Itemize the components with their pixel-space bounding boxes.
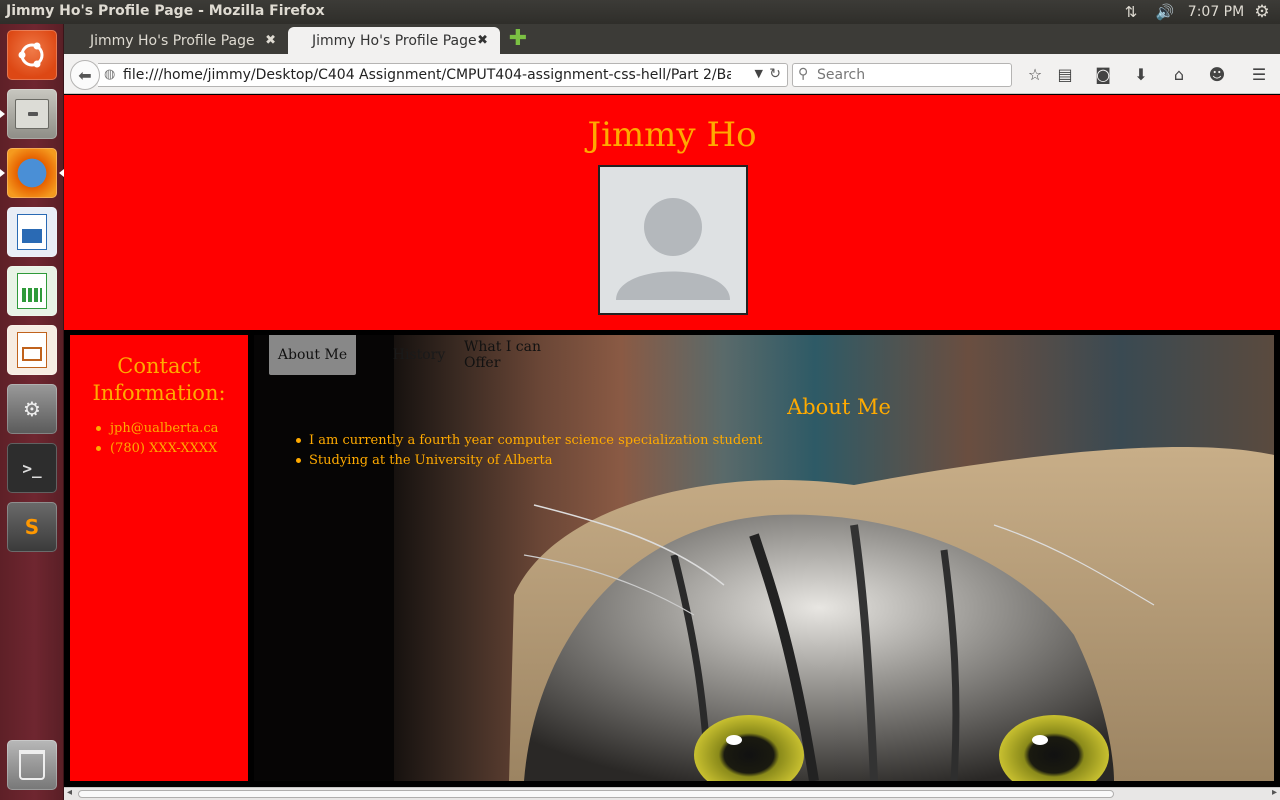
contact-email[interactable]: jph@ualberta.ca xyxy=(96,419,218,439)
search-input[interactable] xyxy=(817,66,1007,84)
window-title: Jimmy Ho's Profile Page - Mozilla Firefo… xyxy=(6,3,325,19)
calc-sheet-icon[interactable] xyxy=(7,266,57,316)
back-arrow-icon: ⬅ xyxy=(78,65,92,85)
running-indicator xyxy=(0,169,5,177)
search-box[interactable]: ⚲ xyxy=(792,63,1012,87)
menu-icon[interactable]: ☰ xyxy=(1247,64,1271,86)
browser-tab-2[interactable]: Jimmy Ho's Profile Page ✖ xyxy=(288,27,500,54)
download-icon[interactable]: ⬇ xyxy=(1129,64,1153,86)
web-page: Jimmy Ho Contact Information: jph@ualber… xyxy=(64,95,1280,787)
url-bar[interactable]: ◍ file:///home/jimmy/Desktop/C404 Assign… xyxy=(98,63,788,87)
profile-name: Jimmy Ho xyxy=(587,115,757,155)
terminal-prompt: >_ xyxy=(22,458,42,478)
scrollbar-thumb[interactable] xyxy=(78,790,1114,798)
impress-slide-icon[interactable] xyxy=(7,325,57,375)
globe-icon: ◍ xyxy=(104,67,116,82)
tab-history[interactable]: History xyxy=(384,335,454,375)
tab-what-i-can-offer[interactable]: What I can Offer xyxy=(464,335,574,375)
trash-can-shape xyxy=(19,750,45,780)
bookmark-star-icon[interactable]: ☆ xyxy=(1023,64,1047,86)
slide-shape xyxy=(17,332,47,368)
ubuntu-logo-shape xyxy=(18,42,44,68)
tab-about-me[interactable]: About Me xyxy=(269,335,356,375)
contact-list: jph@ualberta.ca (780) XXX-XXXX xyxy=(96,419,218,459)
sublime-icon[interactable]: S xyxy=(7,502,57,552)
search-icon: ⚲ xyxy=(798,66,809,82)
home-icon[interactable]: ⌂ xyxy=(1167,64,1191,86)
contact-sidebar: Contact Information: jph@ualberta.ca (78… xyxy=(70,335,248,781)
volume-icon[interactable]: 🔊 xyxy=(1152,2,1178,22)
terminal-icon[interactable]: >_ xyxy=(7,443,57,493)
about-me-list: I am currently a fourth year computer sc… xyxy=(296,431,763,471)
trash-icon[interactable] xyxy=(7,740,57,790)
chat-icon[interactable]: ☻ xyxy=(1205,64,1229,86)
doc-shape xyxy=(17,214,47,250)
top-panel: Jimmy Ho's Profile Page - Mozilla Firefo… xyxy=(0,0,1280,24)
about-item: Studying at the University of Alberta xyxy=(296,451,763,471)
ubuntu-logo-icon[interactable] xyxy=(7,30,57,80)
writer-doc-icon[interactable] xyxy=(7,207,57,257)
close-icon[interactable]: ✖ xyxy=(477,33,488,48)
about-item: I am currently a fourth year computer sc… xyxy=(296,431,763,451)
sublime-glyph: S xyxy=(24,515,40,539)
navigation-toolbar: ◍ file:///home/jimmy/Desktop/C404 Assign… xyxy=(64,54,1280,94)
scroll-right-icon[interactable]: ▸ xyxy=(1272,787,1277,798)
tab-label: Jimmy Ho's Profile Page xyxy=(90,33,255,49)
horizontal-scrollbar[interactable]: ◂ ▸ xyxy=(64,787,1280,800)
url-text[interactable]: file:///home/jimmy/Desktop/C404 Assignme… xyxy=(123,67,731,83)
launcher: ⚙ >_ S xyxy=(0,24,64,800)
file-cabinet-icon[interactable] xyxy=(7,89,57,139)
browser-tab-1[interactable]: Jimmy Ho's Profile Page ✖ xyxy=(66,27,288,54)
contact-heading: Contact Information: xyxy=(92,354,226,405)
running-indicator xyxy=(0,110,5,118)
back-button[interactable]: ⬅ xyxy=(70,60,100,90)
profile-header: Jimmy Ho xyxy=(64,95,1280,330)
avatar xyxy=(598,165,748,315)
chevron-down-icon[interactable]: ▼ xyxy=(755,67,763,80)
clock[interactable]: 7:07 PM xyxy=(1186,2,1246,22)
new-tab-icon[interactable]: ✚ xyxy=(507,28,529,51)
main-content: About Me History What I can Offer About … xyxy=(254,335,1274,781)
firefox-icon[interactable] xyxy=(7,148,57,198)
tab-label: Jimmy Ho's Profile Page xyxy=(312,33,477,49)
network-icon[interactable]: ⇅ xyxy=(1120,2,1142,22)
settings-glyph: ⚙ xyxy=(23,397,41,421)
sheet-shape xyxy=(17,273,47,309)
pocket-icon[interactable]: ◙ xyxy=(1091,64,1115,86)
reading-list-icon[interactable]: ▤ xyxy=(1053,64,1077,86)
avatar-silhouette-icon xyxy=(616,198,730,300)
section-title: About Me xyxy=(787,395,891,419)
system-settings-icon[interactable]: ⚙ xyxy=(1250,2,1274,22)
tab-bar: Jimmy Ho's Profile Page ✖ Jimmy Ho's Pro… xyxy=(64,24,1280,54)
close-icon[interactable]: ✖ xyxy=(265,33,276,48)
scroll-left-icon[interactable]: ◂ xyxy=(67,787,72,798)
drawer-shape xyxy=(15,99,49,129)
settings-wrench-icon[interactable]: ⚙ xyxy=(7,384,57,434)
contact-phone: (780) XXX-XXXX xyxy=(96,439,218,459)
reload-icon[interactable]: ↻ xyxy=(769,66,781,82)
